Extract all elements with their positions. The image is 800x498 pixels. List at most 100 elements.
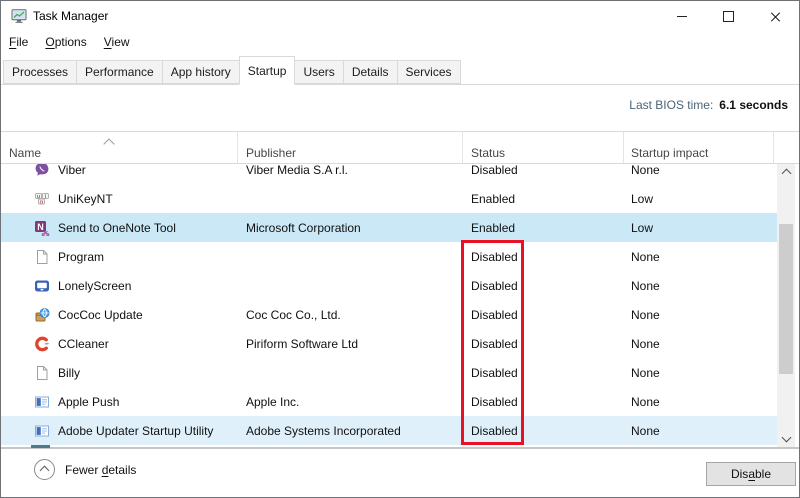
vertical-scrollbar[interactable]: [777, 164, 795, 447]
name-cell: Program: [1, 249, 238, 265]
impact-cell: None: [624, 279, 774, 293]
name-cell: Billy: [1, 365, 238, 381]
impact-cell: None: [624, 250, 774, 264]
window-title: Task Manager: [33, 9, 108, 23]
item-name: Billy: [58, 366, 80, 380]
status-cell: Disabled: [463, 250, 624, 264]
name-cell: Viber: [1, 164, 238, 178]
column-header-publisher[interactable]: Publisher: [238, 132, 463, 163]
document-icon: [34, 249, 50, 265]
publisher-cell: Microsoft Corporation: [238, 221, 463, 235]
impact-cell: None: [624, 308, 774, 322]
column-header-label: Startup impact: [631, 146, 708, 160]
status-cell: Disabled: [463, 424, 624, 438]
column-header-label: Publisher: [246, 146, 296, 160]
startup-row-ccleaner[interactable]: CCleanerPiriform Software LtdDisabledNon…: [1, 329, 777, 358]
footer-bar: Fewer details Disable: [1, 449, 799, 497]
startup-row-lonelyscreen[interactable]: LonelyScreenDisabledNone: [1, 271, 777, 300]
scrollbar-thumb[interactable]: [779, 224, 793, 374]
column-header-label: Status: [471, 146, 505, 160]
column-header-label: Name: [9, 146, 41, 160]
viber-icon: [34, 164, 50, 178]
chevron-up-circle-icon: [34, 459, 55, 480]
column-header-startup-impact[interactable]: Startup impact: [624, 132, 774, 163]
column-header-status[interactable]: Status: [463, 132, 624, 163]
window-controls: [658, 1, 799, 31]
status-cell: Disabled: [463, 308, 624, 322]
item-name: CCleaner: [58, 337, 109, 351]
minimize-button[interactable]: [658, 1, 705, 31]
tab-bar: ProcessesPerformanceApp historyStartupUs…: [1, 53, 799, 85]
titlebar[interactable]: Task Manager: [1, 1, 799, 31]
startup-items-list: ViberViber Media S.A r.l.DisabledNoneuin…: [1, 164, 777, 447]
sort-ascending-icon: [103, 138, 114, 149]
publisher-cell: Coc Coc Co., Ltd.: [238, 308, 463, 322]
publisher-cell: Viber Media S.A r.l.: [238, 164, 463, 177]
minimize-icon: [677, 16, 687, 17]
app-window-icon: [34, 394, 50, 410]
chevron-up-icon: [40, 466, 50, 476]
item-name: Program: [58, 250, 104, 264]
publisher-cell: Apple Inc.: [238, 395, 463, 409]
tab-startup[interactable]: Startup: [239, 56, 296, 85]
last-bios-time-label: Last BIOS time:: [629, 98, 713, 112]
status-cell: Disabled: [463, 395, 624, 409]
chevron-down-icon: [781, 433, 791, 443]
chevron-up-icon: [781, 169, 791, 179]
impact-cell: Low: [624, 221, 774, 235]
status-cell: Disabled: [463, 366, 624, 380]
disable-button[interactable]: Disable: [706, 462, 796, 486]
menu-item-view[interactable]: View: [104, 31, 130, 53]
scroll-up-button[interactable]: [777, 164, 795, 180]
unikey-icon: uin: [34, 191, 50, 207]
name-cell: Adobe Updater Startup Utility: [1, 423, 238, 439]
name-cell: CCleaner: [1, 336, 238, 352]
startup-row-unikeynt[interactable]: uinUniKeyNTEnabledLow: [1, 184, 777, 213]
tab-processes[interactable]: Processes: [3, 60, 77, 84]
ccleaner-icon: [34, 336, 50, 352]
name-cell: LonelyScreen: [1, 278, 238, 294]
document-icon: [34, 365, 50, 381]
item-name: CocCoc Update: [58, 308, 143, 322]
horizontal-scrollbar-thumb[interactable]: [31, 445, 50, 448]
status-cell: Disabled: [463, 164, 624, 177]
svg-text:N: N: [37, 221, 44, 231]
tab-performance[interactable]: Performance: [76, 60, 163, 84]
item-name: LonelyScreen: [58, 279, 131, 293]
impact-cell: None: [624, 424, 774, 438]
fewer-details-toggle[interactable]: Fewer details: [34, 459, 136, 480]
tab-users[interactable]: Users: [294, 60, 343, 84]
menu-item-options[interactable]: Options: [45, 31, 86, 53]
last-bios-time: Last BIOS time:6.1 seconds: [629, 98, 788, 112]
name-cell: CocCoc Update: [1, 307, 238, 323]
startup-row-viber[interactable]: ViberViber Media S.A r.l.DisabledNone: [1, 164, 777, 184]
tab-services[interactable]: Services: [397, 60, 461, 84]
menu-item-file[interactable]: File: [9, 31, 28, 53]
column-header-name[interactable]: Name: [1, 132, 238, 163]
startup-row-adobe-updater-startup-utility[interactable]: Adobe Updater Startup UtilityAdobe Syste…: [1, 416, 777, 445]
coccoc-icon: [34, 307, 50, 323]
impact-cell: None: [624, 337, 774, 351]
startup-row-program[interactable]: Program DisabledNone: [1, 242, 777, 271]
tab-details[interactable]: Details: [343, 60, 398, 84]
onenote-icon: N: [34, 220, 50, 236]
item-name: Apple Push: [58, 395, 119, 409]
impact-cell: None: [624, 395, 774, 409]
startup-row-send-to-onenote-tool[interactable]: N Send to OneNote Tool Microsoft Corporati…: [1, 213, 777, 242]
column-header-row: Name Publisher Status Startup impact: [1, 131, 799, 164]
publisher-cell: Piriform Software Ltd: [238, 337, 463, 351]
impact-cell: None: [624, 164, 774, 177]
scroll-down-button[interactable]: [777, 431, 795, 447]
startup-row-billy[interactable]: BillyDisabledNone: [1, 358, 777, 387]
tab-app-history[interactable]: App history: [162, 60, 240, 84]
close-button[interactable]: [752, 1, 799, 31]
name-cell: Apple Push: [1, 394, 238, 410]
maximize-button[interactable]: [705, 1, 752, 31]
publisher-cell: Adobe Systems Incorporated: [238, 424, 463, 438]
app-window-icon: [34, 423, 50, 439]
item-name: Send to OneNote Tool: [58, 221, 176, 235]
menu-bar: File Options View: [1, 31, 799, 53]
impact-cell: Low: [624, 192, 774, 206]
startup-row-apple-push[interactable]: Apple Push Apple Inc.DisabledNone: [1, 387, 777, 416]
startup-row-coccoc-update[interactable]: CocCoc Update Coc Coc Co., Ltd.DisabledNo…: [1, 300, 777, 329]
